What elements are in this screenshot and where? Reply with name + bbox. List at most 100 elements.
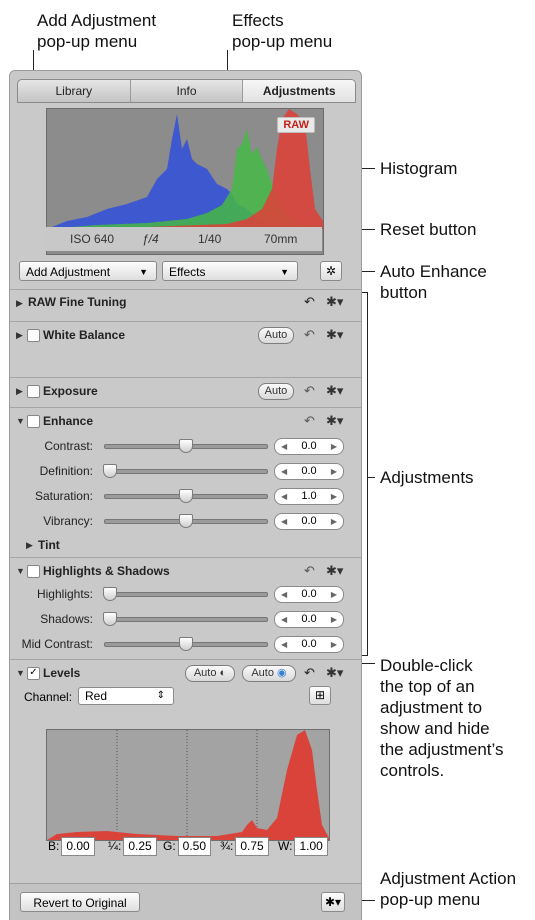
gray-point-input[interactable]: 0.50	[177, 837, 212, 856]
slider-label: Saturation:	[34, 489, 93, 503]
gear-icon[interactable]: ✱▾	[326, 413, 343, 429]
tint-disclosure[interactable]: ▶ Tint	[10, 536, 361, 556]
add-adjustment-popup[interactable]: Add Adjustment ▼	[19, 261, 157, 281]
white-point-input[interactable]: 1.00	[294, 837, 328, 856]
enable-checkbox[interactable]	[27, 385, 40, 398]
enable-checkbox[interactable]	[27, 565, 40, 578]
increment-icon[interactable]: ▶	[331, 612, 337, 627]
levels-field-quarter: ¼: 0.25	[108, 837, 157, 856]
gear-icon[interactable]: ✱▾	[326, 563, 343, 579]
reset-icon[interactable]: ↶	[304, 413, 315, 429]
callout-line-action-h	[360, 900, 375, 901]
increment-icon[interactable]: ▶	[331, 489, 337, 504]
black-point-input[interactable]: 0.00	[61, 837, 95, 856]
reset-icon[interactable]: ↶	[304, 383, 315, 399]
effects-label: Effects	[169, 265, 206, 279]
bracket-adjustments-tick	[367, 477, 375, 478]
tab-library[interactable]: Library	[18, 80, 131, 102]
levels-crosshair-button[interactable]: ⊞	[309, 686, 331, 705]
adjustment-header[interactable]: ▶ White Balance Auto ↶ ✱▾	[10, 322, 361, 346]
levels-graph	[47, 730, 329, 840]
histogram-metadata: ISO 640 ƒ/4 1/40 70mm	[46, 227, 322, 251]
slider-label: Contrast:	[44, 439, 93, 453]
quarter-tone-input[interactable]: 0.25	[123, 837, 157, 856]
levels-field-white: W: 1.00	[278, 837, 328, 856]
auto-enhance-button[interactable]: ✲	[320, 261, 342, 281]
adjustment-header[interactable]: ▼ Enhance ↶ ✱▾	[10, 410, 361, 434]
gear-icon[interactable]: ✱▾	[326, 294, 343, 310]
add-adjustment-label: Add Adjustment	[26, 265, 111, 279]
gear-icon[interactable]: ✱▾	[326, 383, 343, 399]
tab-info[interactable]: Info	[131, 80, 244, 102]
slider-row-definition: Definition: ◀ 0.0 ▶	[10, 461, 361, 481]
disclosure-triangle-icon[interactable]: ▶	[26, 540, 33, 551]
definition-slider[interactable]	[104, 469, 268, 474]
section-title: RAW Fine Tuning	[28, 295, 127, 309]
gear-icon[interactable]: ✱▾	[326, 665, 343, 681]
enable-checkbox-checked[interactable]: ✓	[27, 667, 40, 680]
disclosure-triangle-icon[interactable]: ▼	[16, 668, 25, 678]
adjustment-raw-fine-tuning: ▶ RAW Fine Tuning ↶ ✱▾	[10, 289, 361, 320]
definition-stepper[interactable]: ◀ 0.0 ▶	[274, 463, 344, 480]
increment-icon[interactable]: ▶	[331, 514, 337, 529]
slider-knob[interactable]	[179, 489, 193, 503]
auto-button[interactable]: Auto	[258, 327, 294, 344]
tab-adjustments[interactable]: Adjustments	[243, 80, 355, 102]
increment-icon[interactable]: ▶	[331, 637, 337, 652]
reset-icon[interactable]: ↶	[304, 665, 315, 681]
slider-knob[interactable]	[103, 612, 117, 626]
revert-to-original-button[interactable]: Revert to Original	[20, 892, 140, 912]
shadows-stepper[interactable]: ◀ 0.0 ▶	[274, 611, 344, 628]
shadows-slider[interactable]	[104, 617, 268, 622]
auto-luminance-button[interactable]: Auto ◐	[185, 665, 235, 682]
reset-icon[interactable]: ↶	[304, 563, 315, 579]
adjustment-enhance: ▼ Enhance ↶ ✱▾ Contrast: ◀ 0.0 ▶ Definitio…	[10, 407, 361, 558]
adjustment-header[interactable]: ▶ Exposure Auto ↶ ✱▾	[10, 378, 361, 402]
adjustment-action-popup[interactable]: ✱▾	[321, 892, 345, 912]
adjustment-header[interactable]: ▼ Highlights & Shadows ↶ ✱▾	[10, 560, 361, 584]
increment-icon[interactable]: ▶	[331, 439, 337, 454]
levels-field-three-quarter: ¾: 0.75	[220, 837, 269, 856]
slider-row-contrast: Contrast: ◀ 0.0 ▶	[10, 436, 361, 456]
slider-knob[interactable]	[179, 439, 193, 453]
reset-icon[interactable]: ↶	[304, 327, 315, 343]
iso-value: ISO 640	[70, 232, 115, 246]
gear-icon[interactable]: ✱▾	[326, 327, 343, 343]
disclosure-triangle-icon[interactable]: ▶	[16, 330, 23, 341]
vibrancy-stepper[interactable]: ◀ 0.0 ▶	[274, 513, 344, 530]
slider-knob[interactable]	[179, 637, 193, 651]
adjustment-header[interactable]: ▼ ✓ Levels Auto ◐ Auto ◉ ↶ ✱▾	[10, 662, 361, 686]
channel-popup[interactable]: Red ⇕	[78, 687, 174, 705]
disclosure-triangle-icon[interactable]: ▶	[16, 298, 23, 309]
contrast-stepper[interactable]: ◀ 0.0 ▶	[274, 438, 344, 455]
effects-popup[interactable]: Effects ▼	[162, 261, 298, 281]
saturation-stepper[interactable]: ◀ 1.0 ▶	[274, 488, 344, 505]
auto-button[interactable]: Auto	[258, 383, 294, 400]
slider-knob[interactable]	[103, 587, 117, 601]
callout-histogram: Histogram	[380, 159, 458, 178]
section-title: White Balance	[43, 328, 126, 342]
increment-icon[interactable]: ▶	[331, 464, 337, 479]
three-quarter-tone-input[interactable]: 0.75	[235, 837, 269, 856]
disclosure-triangle-icon[interactable]: ▼	[16, 566, 25, 576]
mid-contrast-stepper[interactable]: ◀ 0.0 ▶	[274, 636, 344, 653]
highlights-slider[interactable]	[104, 592, 268, 597]
enable-checkbox[interactable]	[27, 415, 40, 428]
channel-value: Red	[85, 689, 108, 703]
slider-knob[interactable]	[103, 464, 117, 478]
disclosure-triangle-icon[interactable]: ▼	[16, 416, 25, 426]
updown-chevron-icon: ⇕	[156, 690, 165, 701]
reset-icon[interactable]: ↶	[304, 294, 315, 310]
channel-row: Channel: Red ⇕ ⊞	[24, 686, 354, 708]
focal-length-value: 70mm	[264, 232, 298, 246]
adjustments-inspector: Library Info Adjustments RAW ISO 640 ƒ/4…	[9, 70, 362, 920]
disclosure-triangle-icon[interactable]: ▶	[16, 386, 23, 397]
slider-knob[interactable]	[179, 514, 193, 528]
increment-icon[interactable]: ▶	[331, 587, 337, 602]
enable-checkbox[interactable]	[27, 329, 40, 342]
auto-rgb-button[interactable]: Auto ◉	[242, 665, 296, 682]
slider-label: Mid Contrast:	[21, 637, 93, 651]
highlights-stepper[interactable]: ◀ 0.0 ▶	[274, 586, 344, 603]
adjustment-header[interactable]: ▶ RAW Fine Tuning ↶ ✱▾	[10, 290, 361, 314]
channel-label: Channel:	[24, 690, 73, 704]
